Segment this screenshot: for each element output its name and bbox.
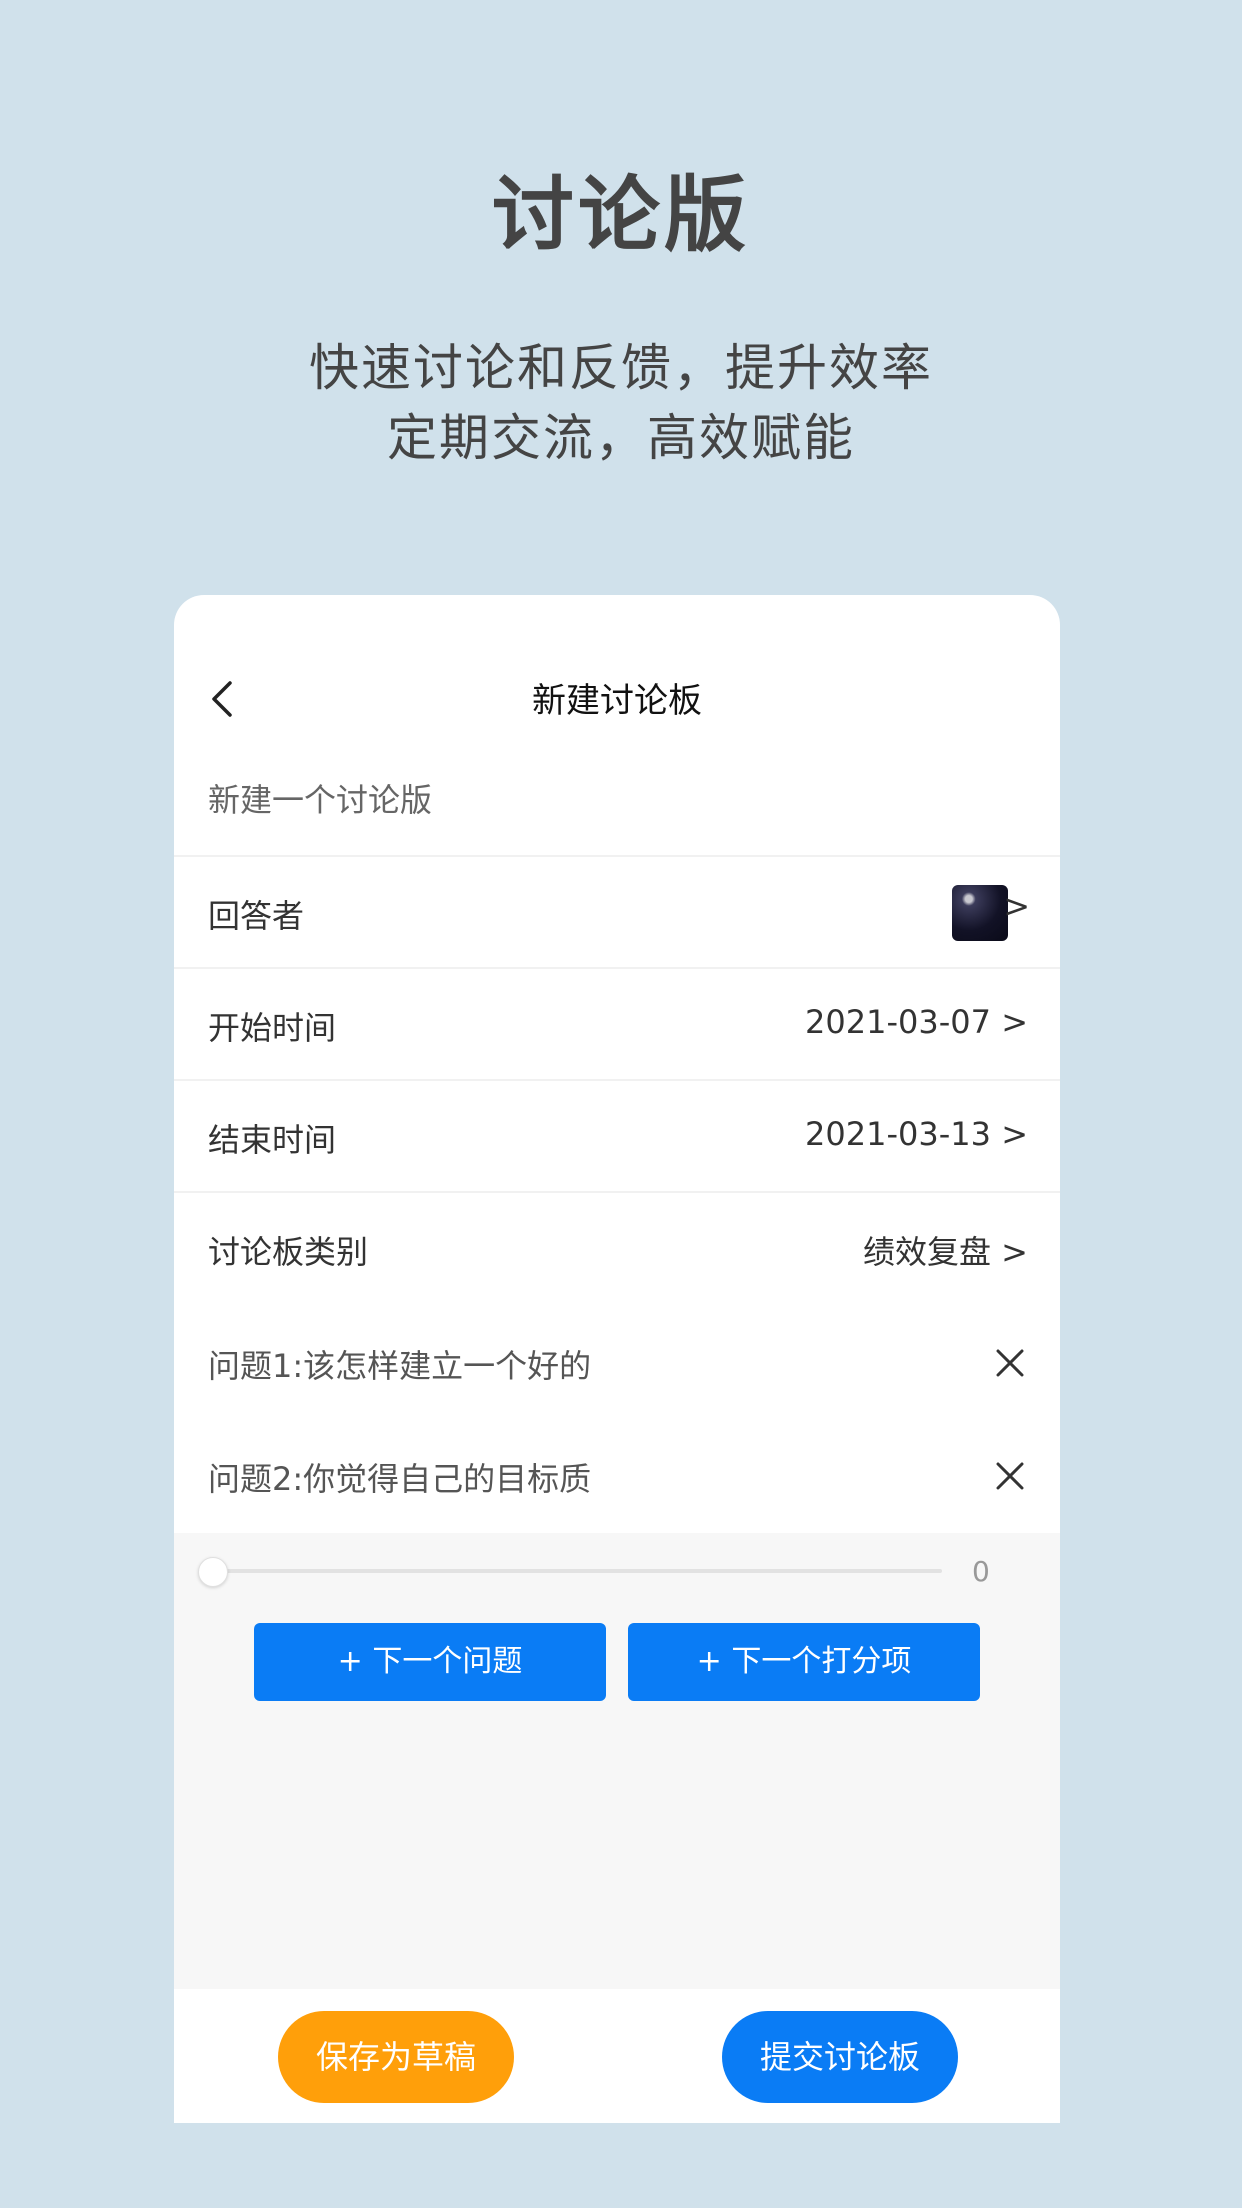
subject-input[interactable]: 新建一个讨论版	[208, 775, 432, 821]
question-editor-area	[174, 1533, 1060, 1989]
end-time-row[interactable]: 结束时间 2021-03-13 >	[174, 1079, 1060, 1191]
close-icon[interactable]	[994, 1347, 1026, 1379]
score-slider-value: 0	[972, 1555, 990, 1588]
next-question-button[interactable]: + 下一个问题	[254, 1623, 606, 1701]
hero-subtitle-line2: 定期交流，高效赋能	[387, 409, 855, 467]
close-icon[interactable]	[994, 1460, 1026, 1492]
category-label: 讨论板类别	[208, 1233, 369, 1271]
category-value: 绩效复盘 >	[863, 1233, 1028, 1271]
score-slider-thumb[interactable]	[198, 1557, 228, 1587]
phone-screen: 新建讨论板 新建一个讨论版 回答者 > 开始时间 2021-03-07 > 结束…	[174, 595, 1060, 2123]
score-slider-track[interactable]	[212, 1569, 942, 1573]
chevron-right-icon: >	[1003, 887, 1030, 925]
question-row[interactable]: 问题2:你觉得自己的目标质	[174, 1420, 1060, 1532]
avatar	[952, 885, 1008, 941]
end-time-value: 2021-03-13 >	[805, 1115, 1028, 1153]
start-time-value: 2021-03-07 >	[805, 1003, 1028, 1041]
page-title: 新建讨论板	[532, 681, 702, 721]
hero-subtitle-line1: 快速讨论和反馈，提升效率	[309, 339, 933, 397]
category-row[interactable]: 讨论板类别 绩效复盘 >	[174, 1191, 1060, 1303]
end-time-label: 结束时间	[208, 1121, 337, 1159]
respondent-label: 回答者	[208, 897, 305, 935]
respondent-row[interactable]: 回答者 >	[174, 855, 1060, 967]
start-time-row[interactable]: 开始时间 2021-03-07 >	[174, 967, 1060, 1079]
question-row[interactable]: 问题1:该怎样建立一个好的	[174, 1307, 1060, 1419]
question-text[interactable]: 问题2:你觉得自己的目标质	[208, 1454, 591, 1500]
next-score-item-button[interactable]: + 下一个打分项	[628, 1623, 980, 1701]
save-draft-button[interactable]: 保存为草稿	[278, 2011, 514, 2103]
question-text[interactable]: 问题1:该怎样建立一个好的	[208, 1341, 591, 1387]
start-time-label: 开始时间	[208, 1009, 337, 1047]
submit-board-button[interactable]: 提交讨论板	[722, 2011, 958, 2103]
hero-title: 讨论版	[491, 168, 750, 263]
nav-bar: 新建讨论板	[174, 595, 1060, 795]
